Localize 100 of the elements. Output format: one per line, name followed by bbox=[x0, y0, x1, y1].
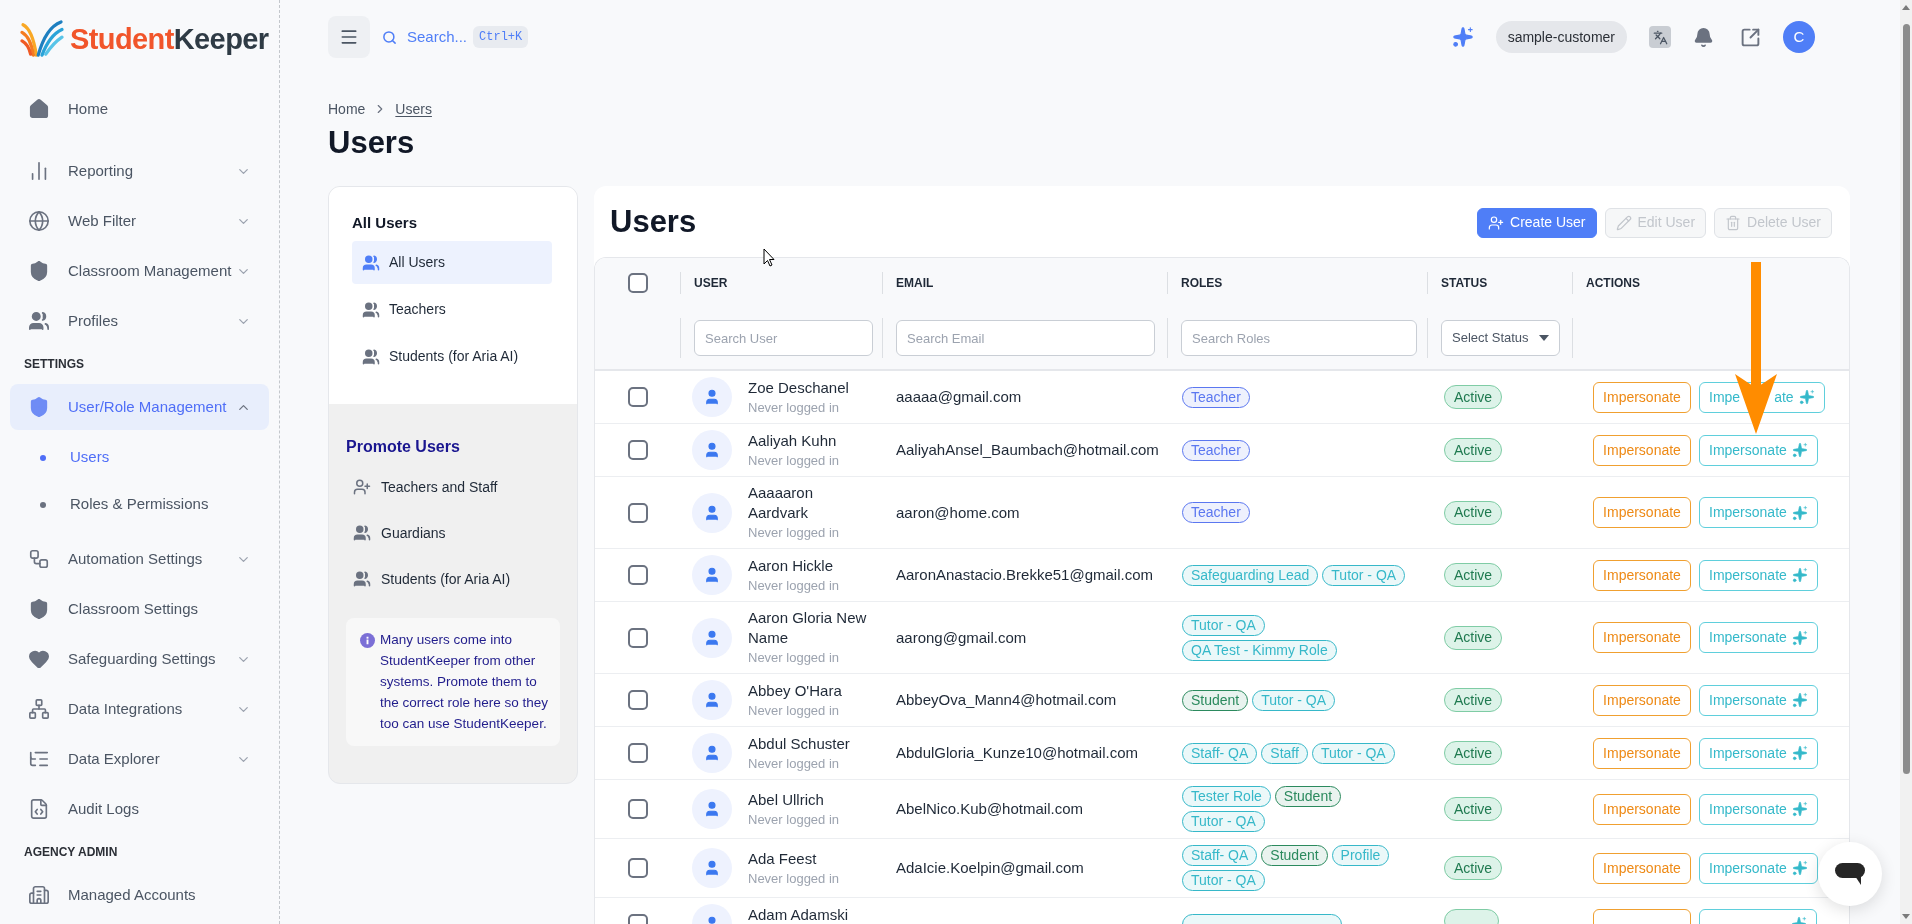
search-field[interactable]: Search User bbox=[694, 320, 873, 356]
sparkle-icon bbox=[1791, 745, 1808, 761]
ai-impersonate-button[interactable]: Impersonate bbox=[1699, 497, 1818, 528]
user-email: AbelNico.Kub@hotmail.com bbox=[896, 800, 1083, 817]
user-plus-icon bbox=[353, 478, 371, 496]
scroll-up-icon[interactable] bbox=[1902, 5, 1910, 10]
row-checkbox[interactable] bbox=[627, 627, 648, 648]
row-checkbox[interactable] bbox=[627, 858, 648, 878]
account-pill[interactable]: sample-customer bbox=[1495, 21, 1627, 53]
status-tag: Active bbox=[1444, 625, 1503, 650]
sparkle-icon[interactable] bbox=[1451, 26, 1474, 48]
network-icon bbox=[28, 698, 50, 720]
toolbar-button[interactable]: Create User bbox=[1477, 207, 1597, 238]
impersonate-button[interactable]: Impersonate bbox=[1593, 381, 1691, 413]
status-select[interactable]: Select Status bbox=[1441, 320, 1560, 356]
user-email: AaliyahAnsel_Baumbach@hotmail.com bbox=[896, 441, 1159, 458]
nav-item[interactable]: Automation Settings bbox=[10, 536, 269, 582]
nav-item[interactable]: Home bbox=[10, 86, 269, 132]
avatar-icon bbox=[692, 733, 732, 773]
impersonate-button[interactable]: Impersonate bbox=[1593, 793, 1691, 825]
nav-item[interactable]: Managed Accounts bbox=[10, 872, 269, 918]
translate-icon[interactable] bbox=[1649, 26, 1671, 48]
breadcrumb-link[interactable]: Home bbox=[328, 99, 366, 119]
column-header: USER bbox=[694, 274, 728, 292]
search-icon bbox=[382, 29, 397, 45]
user-name: Ada Feest bbox=[748, 848, 818, 869]
row-checkbox[interactable] bbox=[627, 387, 648, 407]
row-checkbox[interactable] bbox=[627, 743, 648, 763]
nav-item[interactable]: Profiles bbox=[10, 298, 269, 344]
house-icon bbox=[28, 98, 50, 120]
card-title: Users bbox=[610, 203, 697, 240]
scroll-down-icon[interactable] bbox=[1902, 914, 1910, 919]
nav-item[interactable]: Data Integrations bbox=[10, 686, 269, 732]
nav-item[interactable]: Safeguarding Settings bbox=[10, 636, 269, 682]
role-tag: Teacher bbox=[1182, 439, 1250, 461]
ai-impersonate-button[interactable]: Impersonate bbox=[1699, 737, 1818, 769]
impersonate-button[interactable]: Impersonate bbox=[1593, 497, 1691, 528]
impersonate-button[interactable]: Impersonate bbox=[1593, 559, 1691, 591]
bullet-icon bbox=[40, 501, 46, 508]
ai-impersonate-button[interactable]: Impersonate bbox=[1699, 622, 1818, 653]
trash-icon bbox=[1725, 214, 1742, 231]
ai-impersonate-button[interactable]: Impersonate bbox=[1699, 559, 1818, 591]
bell-icon[interactable] bbox=[1693, 26, 1714, 48]
role-tag: Profile bbox=[1331, 845, 1390, 866]
nav-item[interactable]: Web Filter bbox=[10, 198, 269, 244]
impersonate-button[interactable]: Impersonate bbox=[1593, 737, 1691, 769]
group-item[interactable]: Students (for Aria AI) bbox=[352, 335, 552, 378]
nav-item[interactable]: Reporting bbox=[10, 148, 269, 194]
promote-item[interactable]: Guardians bbox=[346, 512, 560, 554]
ai-impersonate-button[interactable]: Impersonate bbox=[1699, 852, 1818, 884]
user-email: AdaIcie.Koelpin@gmail.com bbox=[896, 859, 1084, 876]
group-item[interactable]: Teachers bbox=[352, 288, 552, 331]
select-all-checkbox[interactable] bbox=[627, 272, 648, 293]
user-name: Aaaaaron Aardvark bbox=[748, 483, 815, 523]
impersonate-button[interactable]: Impersonate bbox=[1593, 622, 1691, 653]
ai-impersonate-button[interactable]: Impersonate bbox=[1699, 684, 1818, 716]
last-login: Never logged in bbox=[748, 451, 841, 470]
ai-impersonate-button[interactable]: Impersonate bbox=[1699, 434, 1818, 466]
nav-subitem[interactable]: Users bbox=[10, 436, 269, 479]
wing-logo-icon bbox=[20, 20, 64, 58]
external-link-icon[interactable] bbox=[1740, 26, 1761, 48]
scrollbar-thumb[interactable] bbox=[1902, 24, 1910, 774]
group-item[interactable]: All Users bbox=[352, 241, 552, 284]
row-checkbox[interactable] bbox=[627, 440, 648, 460]
nav-item[interactable]: Classroom Settings bbox=[10, 586, 269, 632]
impersonate-button[interactable]: Impersonate bbox=[1593, 434, 1691, 466]
user-name: Aaliyah Kuhn bbox=[748, 430, 838, 451]
user-email: aarong@gmail.com bbox=[896, 628, 1027, 646]
nav-item[interactable]: User/Role Management bbox=[10, 384, 269, 430]
search-field[interactable]: Search Email bbox=[896, 320, 1155, 356]
row-checkbox[interactable] bbox=[627, 799, 648, 819]
role-tag: Staff bbox=[1261, 742, 1308, 764]
promote-item[interactable]: Teachers and Staff bbox=[346, 466, 560, 508]
row-checkbox[interactable] bbox=[627, 690, 648, 710]
caret-down-icon bbox=[1539, 335, 1549, 341]
avatar-icon bbox=[692, 617, 732, 658]
nav-item[interactable]: Audit Logs bbox=[10, 786, 269, 832]
breadcrumb-link[interactable]: Users bbox=[395, 99, 432, 119]
users-icon bbox=[362, 253, 380, 272]
sparkle-icon bbox=[1791, 801, 1808, 817]
search-button[interactable]: Search... Ctrl+K bbox=[382, 25, 529, 49]
menu-button[interactable] bbox=[328, 16, 370, 58]
nav-item[interactable]: Classroom Management bbox=[10, 248, 269, 294]
impersonate-button[interactable]: Impersonate bbox=[1593, 852, 1691, 884]
avatar-icon bbox=[692, 789, 732, 829]
last-login: Never logged in bbox=[748, 649, 841, 667]
impersonate-button[interactable]: Impersonate bbox=[1593, 684, 1691, 716]
status-tag: Active bbox=[1444, 741, 1503, 766]
status-tag: Active bbox=[1444, 688, 1503, 713]
promote-item[interactable]: Students (for Aria AI) bbox=[346, 558, 560, 600]
nav-item[interactable]: Data Explorer bbox=[10, 736, 269, 782]
row-checkbox[interactable] bbox=[627, 565, 648, 585]
nav-subitem[interactable]: Roles & Permissions bbox=[10, 483, 269, 526]
search-field[interactable]: Search Roles bbox=[1181, 320, 1417, 356]
last-login: Never logged in bbox=[748, 810, 841, 829]
user-avatar[interactable]: C bbox=[1783, 21, 1815, 53]
last-login: Never logged in bbox=[748, 754, 841, 773]
page-title: Users bbox=[328, 125, 416, 161]
row-checkbox[interactable] bbox=[627, 502, 648, 523]
ai-impersonate-button[interactable]: Impersonate bbox=[1699, 793, 1818, 825]
